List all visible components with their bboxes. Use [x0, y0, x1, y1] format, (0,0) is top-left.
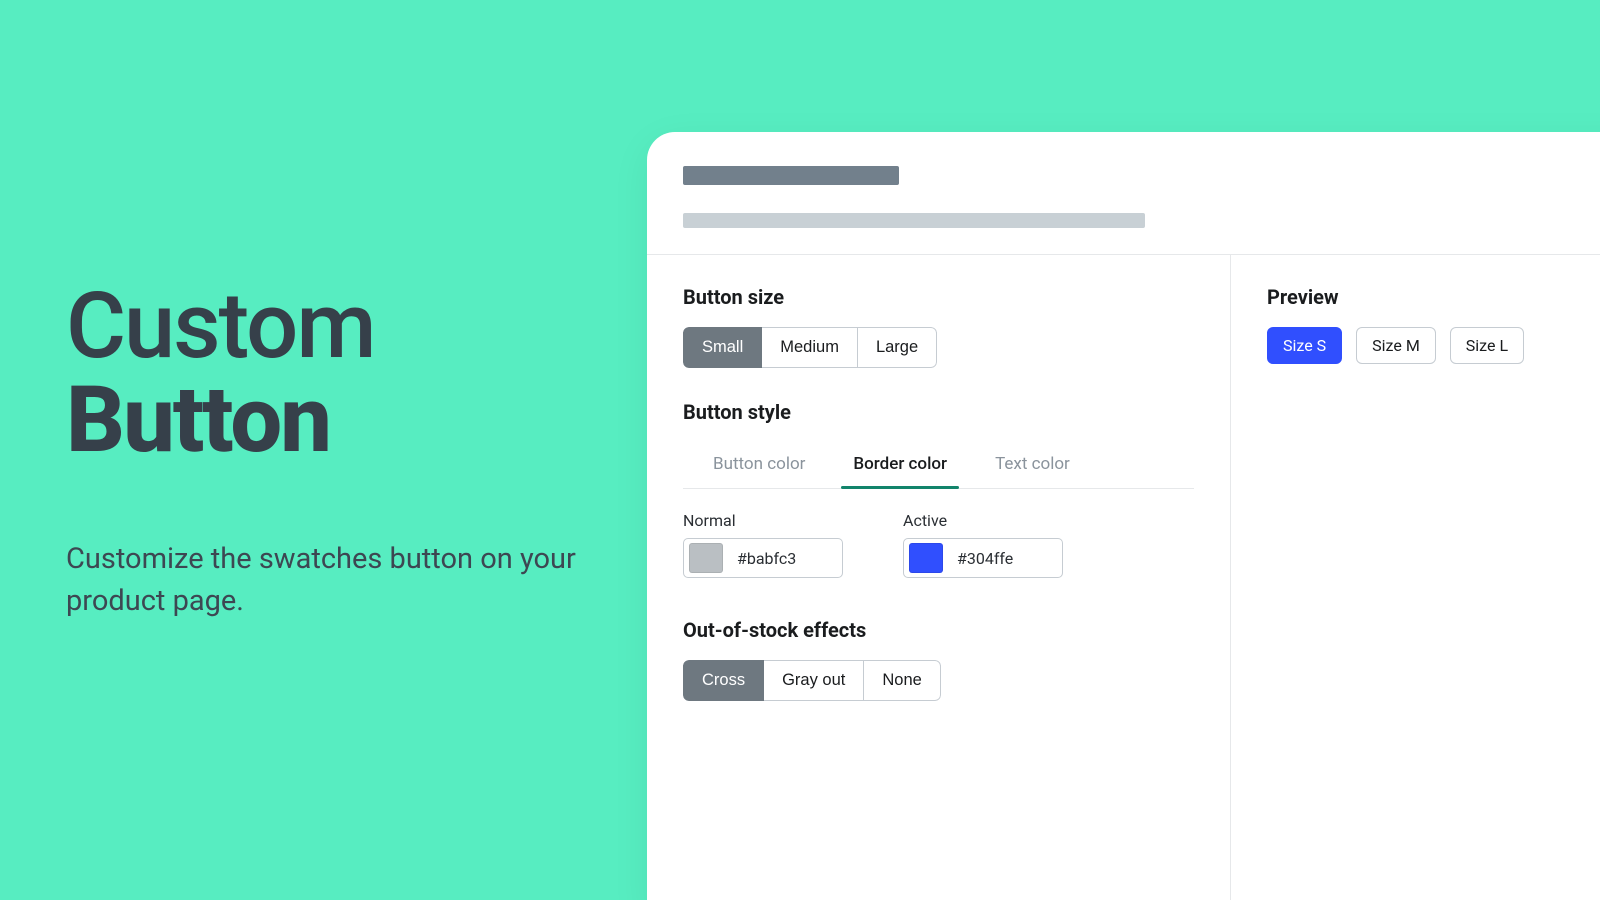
- size-option-medium[interactable]: Medium: [761, 327, 858, 368]
- preview-button-size-l[interactable]: Size L: [1450, 327, 1524, 364]
- active-color-swatch[interactable]: [909, 543, 943, 573]
- active-color-field: Active #304ffe: [903, 511, 1063, 578]
- app-window: Button size Small Medium Large Button st…: [647, 132, 1600, 900]
- oos-option-gray-out[interactable]: Gray out: [763, 660, 864, 701]
- tab-button-color[interactable]: Button color: [711, 442, 807, 488]
- button-style-heading: Button style: [683, 400, 1194, 424]
- hero-title: Custom Button: [66, 280, 586, 468]
- button-size-group: Small Medium Large: [683, 327, 937, 368]
- normal-color-value: #babfc3: [723, 549, 796, 568]
- normal-color-label: Normal: [683, 511, 843, 530]
- oos-option-none[interactable]: None: [863, 660, 940, 701]
- hero: Custom Button Customize the swatches but…: [66, 280, 586, 622]
- out-of-stock-group: Cross Gray out None: [683, 660, 941, 701]
- active-color-input[interactable]: #304ffe: [903, 538, 1063, 578]
- button-size-heading: Button size: [683, 285, 1194, 309]
- content-area: Button size Small Medium Large Button st…: [647, 255, 1600, 900]
- tab-border-color[interactable]: Border color: [851, 442, 949, 488]
- preview-button-size-s[interactable]: Size S: [1267, 327, 1342, 364]
- preview-button-size-m[interactable]: Size M: [1356, 327, 1436, 364]
- out-of-stock-heading: Out-of-stock effects: [683, 618, 1194, 642]
- preview-heading: Preview: [1267, 285, 1600, 309]
- normal-color-field: Normal #babfc3: [683, 511, 843, 578]
- header-skeleton: [647, 132, 1600, 255]
- style-tabs: Button color Border color Text color: [683, 442, 1194, 489]
- hero-title-line-1: Custom: [66, 273, 375, 380]
- oos-option-cross[interactable]: Cross: [683, 660, 764, 701]
- settings-column: Button size Small Medium Large Button st…: [647, 255, 1231, 900]
- color-fields-row: Normal #babfc3 Active #304ffe: [683, 511, 1194, 578]
- preview-buttons-row: Size S Size M Size L: [1267, 327, 1600, 364]
- preview-column: Preview Size S Size M Size L: [1231, 255, 1600, 900]
- active-color-value: #304ffe: [943, 549, 1013, 568]
- active-color-label: Active: [903, 511, 1063, 530]
- skeleton-title-bar: [683, 166, 899, 185]
- hero-title-line-2: Button: [66, 367, 330, 474]
- size-option-large[interactable]: Large: [857, 327, 937, 368]
- size-option-small[interactable]: Small: [683, 327, 762, 368]
- normal-color-swatch[interactable]: [689, 543, 723, 573]
- hero-subtitle: Customize the swatches button on your pr…: [66, 538, 586, 622]
- skeleton-subtitle-bar: [683, 213, 1145, 228]
- tab-text-color[interactable]: Text color: [993, 442, 1072, 488]
- normal-color-input[interactable]: #babfc3: [683, 538, 843, 578]
